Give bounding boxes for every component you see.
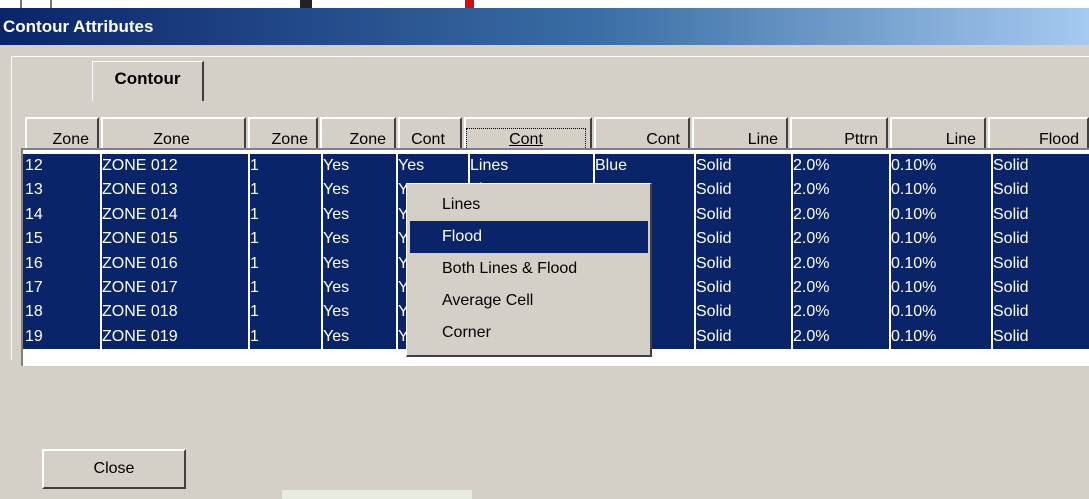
table-cell[interactable]: ZONE 012 xyxy=(102,154,178,178)
table-cell[interactable]: 1 xyxy=(250,178,259,202)
table-cell[interactable]: 1 xyxy=(250,325,259,349)
table-cell[interactable]: Blue xyxy=(595,154,627,178)
table-cell[interactable]: Lines xyxy=(470,154,508,178)
table-cell[interactable]: ZONE 015 xyxy=(102,227,178,251)
table-cell[interactable]: 0.10% xyxy=(891,300,936,324)
column-divider xyxy=(889,154,891,349)
table-cell[interactable]: Yes xyxy=(323,178,349,202)
plottype-option[interactable]: Flood xyxy=(410,221,648,253)
table-cell[interactable]: ZONE 013 xyxy=(102,178,178,202)
dialog-title-bar[interactable]: Contour Attributes xyxy=(0,8,1089,45)
background-window-strip xyxy=(0,0,1089,8)
column-divider xyxy=(396,154,398,349)
table-cell[interactable]: 2.0% xyxy=(793,276,829,300)
plottype-option[interactable]: Lines xyxy=(410,189,648,221)
table-cell[interactable]: Solid xyxy=(696,203,732,227)
column-divider xyxy=(321,154,323,349)
column-divider xyxy=(100,154,102,349)
table-cell[interactable]: 1 xyxy=(250,154,259,178)
status-strip xyxy=(282,490,472,499)
table-cell[interactable]: Yes xyxy=(398,154,424,178)
table-cell[interactable]: 18 xyxy=(25,300,43,324)
table-cell[interactable]: 1 xyxy=(250,227,259,251)
table-cell[interactable]: 1 xyxy=(250,252,259,276)
table-cell[interactable]: 2.0% xyxy=(793,300,829,324)
table-cell[interactable]: 2.0% xyxy=(793,325,829,349)
table-cell[interactable]: Yes xyxy=(323,203,349,227)
table-cell[interactable]: Solid xyxy=(696,325,732,349)
table-cell[interactable]: 16 xyxy=(25,252,43,276)
table-cell[interactable]: Solid xyxy=(696,276,732,300)
table-cell[interactable]: Yes xyxy=(323,325,349,349)
dialog-title: Contour Attributes xyxy=(3,17,154,36)
plottype-option[interactable]: Corner xyxy=(410,317,648,349)
table-cell[interactable]: 2.0% xyxy=(793,154,829,178)
table-cell[interactable]: Solid xyxy=(993,252,1029,276)
table-cell[interactable]: ZONE 018 xyxy=(102,300,178,324)
table-cell[interactable]: Yes xyxy=(323,300,349,324)
table-cell[interactable]: Solid xyxy=(993,276,1029,300)
table-cell[interactable]: 2.0% xyxy=(793,227,829,251)
column-divider xyxy=(248,154,250,349)
table-cell[interactable]: 1 xyxy=(250,300,259,324)
table-cell[interactable]: 1 xyxy=(250,276,259,300)
table-cell[interactable]: 0.10% xyxy=(891,325,936,349)
table-cell[interactable]: Solid xyxy=(993,178,1029,202)
table-cell[interactable]: 0.10% xyxy=(891,203,936,227)
table-cell[interactable]: 15 xyxy=(25,227,43,251)
table-cell[interactable]: 13 xyxy=(25,178,43,202)
table-cell[interactable]: Solid xyxy=(696,300,732,324)
table-cell[interactable]: 0.10% xyxy=(891,178,936,202)
plottype-dropdown-menu[interactable]: Lines Flood Both Lines & Flood Average Cell… xyxy=(406,183,652,357)
table-cell[interactable]: 0.10% xyxy=(891,276,936,300)
table-cell[interactable]: 1 xyxy=(250,203,259,227)
table-cell[interactable]: Solid xyxy=(993,300,1029,324)
table-cell[interactable]: Solid xyxy=(696,154,732,178)
table-cell[interactable]: ZONE 016 xyxy=(102,252,178,276)
table-cell[interactable]: 2.0% xyxy=(793,178,829,202)
table-cell[interactable]: 0.10% xyxy=(891,227,936,251)
plottype-option[interactable]: Both Lines & Flood xyxy=(410,253,648,285)
table-cell[interactable]: Solid xyxy=(993,227,1029,251)
table-cell[interactable]: Yes xyxy=(323,154,349,178)
table-cell[interactable]: 14 xyxy=(25,203,43,227)
plottype-option[interactable]: Average Cell xyxy=(410,285,648,317)
table-cell[interactable]: Solid xyxy=(696,178,732,202)
tab-contour[interactable]: Contour xyxy=(92,61,204,101)
table-cell[interactable]: ZONE 019 xyxy=(102,325,178,349)
column-divider xyxy=(694,154,696,349)
table-cell[interactable]: Solid xyxy=(696,227,732,251)
table-cell[interactable]: 17 xyxy=(25,276,43,300)
column-divider xyxy=(791,154,793,349)
table-cell[interactable]: 19 xyxy=(25,325,43,349)
table-cell[interactable]: 0.10% xyxy=(891,252,936,276)
table-cell[interactable]: 0.10% xyxy=(891,154,936,178)
table-cell[interactable]: Solid xyxy=(993,325,1029,349)
table-cell[interactable]: Solid xyxy=(993,154,1029,178)
table-cell[interactable]: Yes xyxy=(323,252,349,276)
table-cell[interactable]: Yes xyxy=(323,276,349,300)
table-cell[interactable]: ZONE 017 xyxy=(102,276,178,300)
table-cell[interactable]: Yes xyxy=(323,227,349,251)
table-cell[interactable]: Solid xyxy=(696,252,732,276)
table-cell[interactable]: 12 xyxy=(25,154,43,178)
table-cell[interactable]: ZONE 014 xyxy=(102,203,178,227)
column-divider xyxy=(991,154,993,349)
table-cell[interactable]: 2.0% xyxy=(793,252,829,276)
close-button[interactable]: Close xyxy=(42,449,186,489)
table-cell[interactable]: 2.0% xyxy=(793,203,829,227)
table-cell[interactable]: Solid xyxy=(993,203,1029,227)
